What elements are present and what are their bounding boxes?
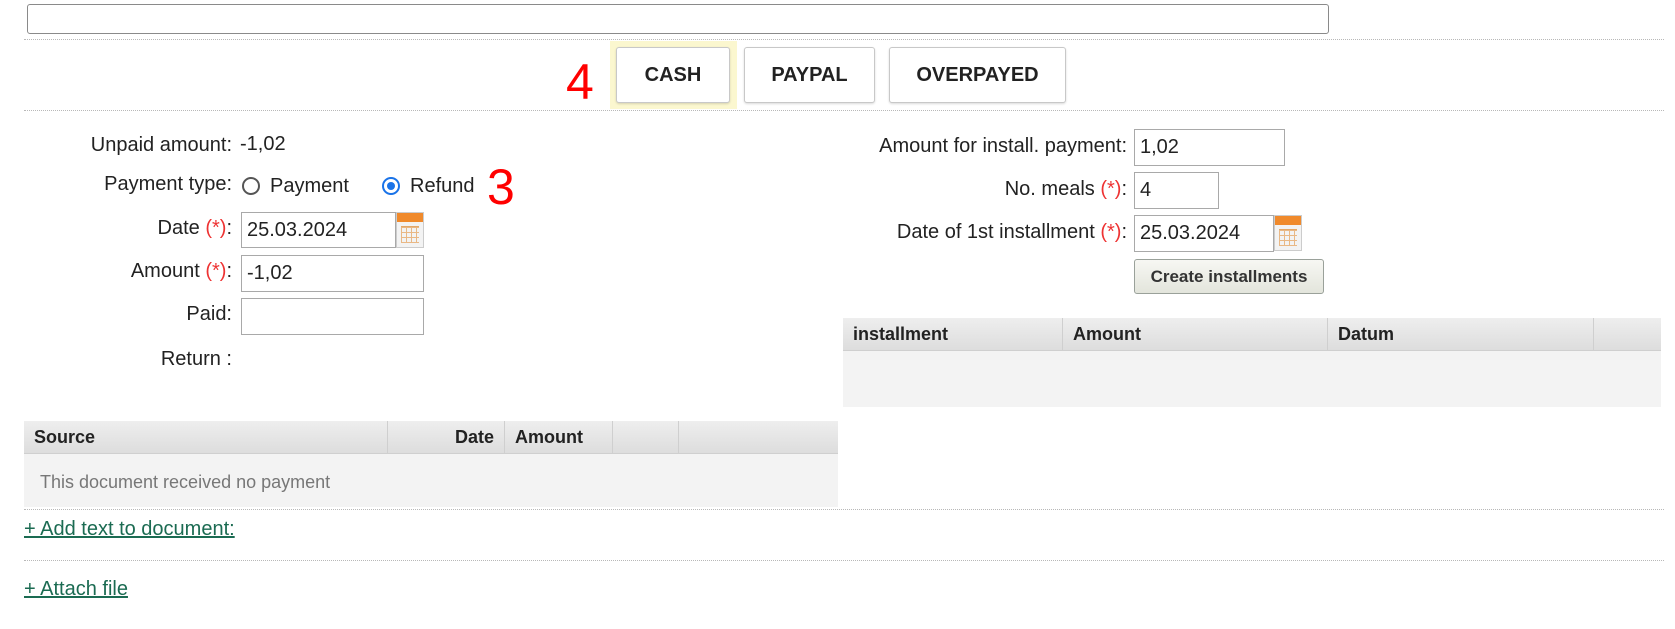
paid-input[interactable]: [241, 298, 424, 335]
meals-label-text: No. meals: [1004, 178, 1095, 200]
column-header-source[interactable]: Source: [24, 421, 388, 453]
paid-label: Paid:: [186, 303, 232, 325]
install-amount-input[interactable]: 1,02: [1134, 129, 1285, 166]
empty-table-message: This document received no payment: [40, 472, 331, 492]
refund-radio[interactable]: [382, 177, 400, 195]
amount-label: Amount (*):: [130, 260, 232, 282]
top-text-input[interactable]: [27, 4, 1329, 34]
first-install-required-mark: (*): [1100, 221, 1122, 243]
install-amount-label: Amount for install. payment:: [879, 135, 1127, 157]
payment-type-label: Payment type:: [104, 173, 232, 195]
date-input[interactable]: 25.03.2024: [241, 212, 396, 248]
add-text-link[interactable]: + Add text to document:: [24, 518, 235, 541]
tab-cash[interactable]: CASH: [616, 47, 730, 103]
calendar-icon[interactable]: [1274, 215, 1302, 251]
date-label-text: Date: [157, 217, 200, 239]
date-required-mark: (*): [205, 217, 227, 239]
divider: [24, 560, 1664, 561]
refund-radio-label[interactable]: Refund: [410, 175, 475, 198]
amount-input[interactable]: -1,02: [241, 255, 424, 292]
meals-input[interactable]: 4: [1134, 172, 1219, 209]
calendar-icon[interactable]: [396, 212, 424, 248]
annotation-marker-3: 3: [487, 159, 515, 215]
tab-overpayed[interactable]: OVERPAYED: [889, 47, 1066, 103]
column-header-extra: [1594, 318, 1661, 350]
column-header-amount[interactable]: Amount: [1063, 318, 1328, 350]
column-header-amount[interactable]: Amount: [505, 421, 613, 453]
meals-label: No. meals (*):: [1004, 178, 1127, 200]
divider: [24, 509, 1664, 510]
payment-radio[interactable]: [242, 177, 260, 195]
first-install-label-text: Date of 1st installment: [896, 221, 1095, 243]
annotation-marker-4: 4: [566, 54, 594, 110]
amount-label-text: Amount: [130, 260, 200, 282]
unpaid-amount-value: -1,02: [240, 133, 286, 155]
column-header-installment[interactable]: installment: [843, 318, 1063, 350]
column-header-datum[interactable]: Datum: [1328, 318, 1594, 350]
installments-table: installment Amount Datum: [843, 318, 1661, 407]
divider: [24, 39, 1664, 40]
first-install-label: Date of 1st installment (*):: [896, 221, 1127, 243]
unpaid-amount-label: Unpaid amount:: [90, 134, 232, 156]
payments-table: Source Date Amount This document receive…: [24, 421, 838, 507]
create-installments-button[interactable]: Create installments: [1134, 259, 1324, 294]
attach-file-link[interactable]: + Attach file: [24, 578, 128, 601]
installments-table-header: installment Amount Datum: [843, 318, 1661, 351]
tab-paypal[interactable]: PAYPAL: [744, 47, 875, 103]
amount-required-mark: (*): [205, 260, 227, 282]
date-label: Date (*):: [157, 217, 232, 239]
payment-radio-label[interactable]: Payment: [270, 175, 349, 198]
column-header-extra: [613, 421, 679, 453]
payments-table-header: Source Date Amount: [24, 421, 838, 454]
meals-required-mark: (*): [1100, 178, 1122, 200]
column-header-date[interactable]: Date: [388, 421, 505, 453]
divider: [24, 110, 1664, 111]
first-install-date-input[interactable]: 25.03.2024: [1134, 215, 1274, 252]
return-label: Return :: [160, 348, 232, 370]
